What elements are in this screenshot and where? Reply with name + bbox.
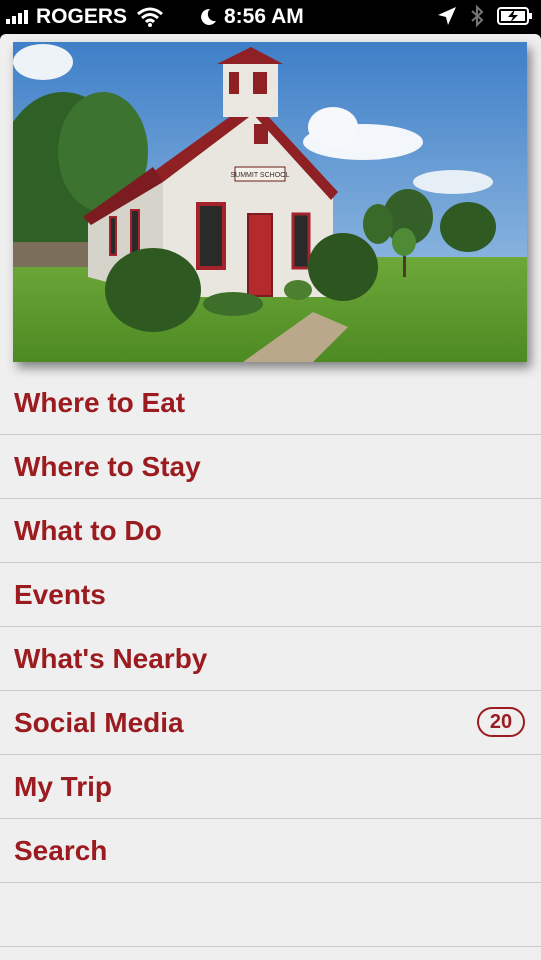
menu-item-label: Events	[14, 578, 106, 610]
notification-badge: 20	[477, 707, 525, 737]
hero-photo: SUMMIT SCHOOL	[13, 42, 527, 362]
moon-icon	[201, 8, 216, 25]
menu-item-label: What's Nearby	[14, 642, 208, 674]
status-right	[437, 5, 533, 27]
menu-item-whats-nearby[interactable]: What's Nearby	[0, 627, 541, 691]
carrier-name: ROGERS	[36, 5, 128, 28]
menu-item-what-to-do[interactable]: What to Do	[0, 499, 541, 563]
menu-item-label: Search	[14, 834, 108, 866]
menu-item-where-to-stay[interactable]: Where to Stay	[0, 435, 541, 499]
status-time-group: 8:56 AM	[198, 5, 304, 29]
menu-item-label: Where to Stay	[14, 450, 201, 482]
bluetooth-icon	[471, 5, 484, 27]
menu-item-label: What to Do	[14, 514, 162, 546]
menu-item-social-media[interactable]: Social Media 20	[0, 691, 541, 755]
status-time: 8:56 AM	[224, 5, 304, 28]
app-content: SUMMIT SCHOOL Where to Eat Where to Stay	[0, 34, 541, 960]
menu-list: Where to Eat Where to Stay What to Do Ev…	[0, 371, 541, 947]
school-sign-text: SUMMIT SCHOOL	[231, 172, 290, 179]
signal-bars-icon	[6, 10, 30, 24]
menu-item-where-to-eat[interactable]: Where to Eat	[0, 371, 541, 435]
menu-item-label: My Trip	[14, 770, 113, 802]
wifi-icon	[137, 7, 163, 27]
menu-item-label: Social Media	[14, 706, 184, 738]
menu-item-my-trip[interactable]: My Trip	[0, 755, 541, 819]
status-left: ROGERS	[6, 5, 163, 29]
menu-item-label: Where to Eat	[14, 386, 186, 418]
location-arrow-icon	[438, 7, 456, 25]
menu-item-empty	[0, 883, 541, 947]
status-bar: ROGERS 8:56 AM	[0, 0, 541, 34]
menu-item-events[interactable]: Events	[0, 563, 541, 627]
menu-item-search[interactable]: Search	[0, 819, 541, 883]
schoolhouse-photo: SUMMIT SCHOOL	[13, 42, 527, 362]
battery-charging-icon	[497, 7, 532, 25]
